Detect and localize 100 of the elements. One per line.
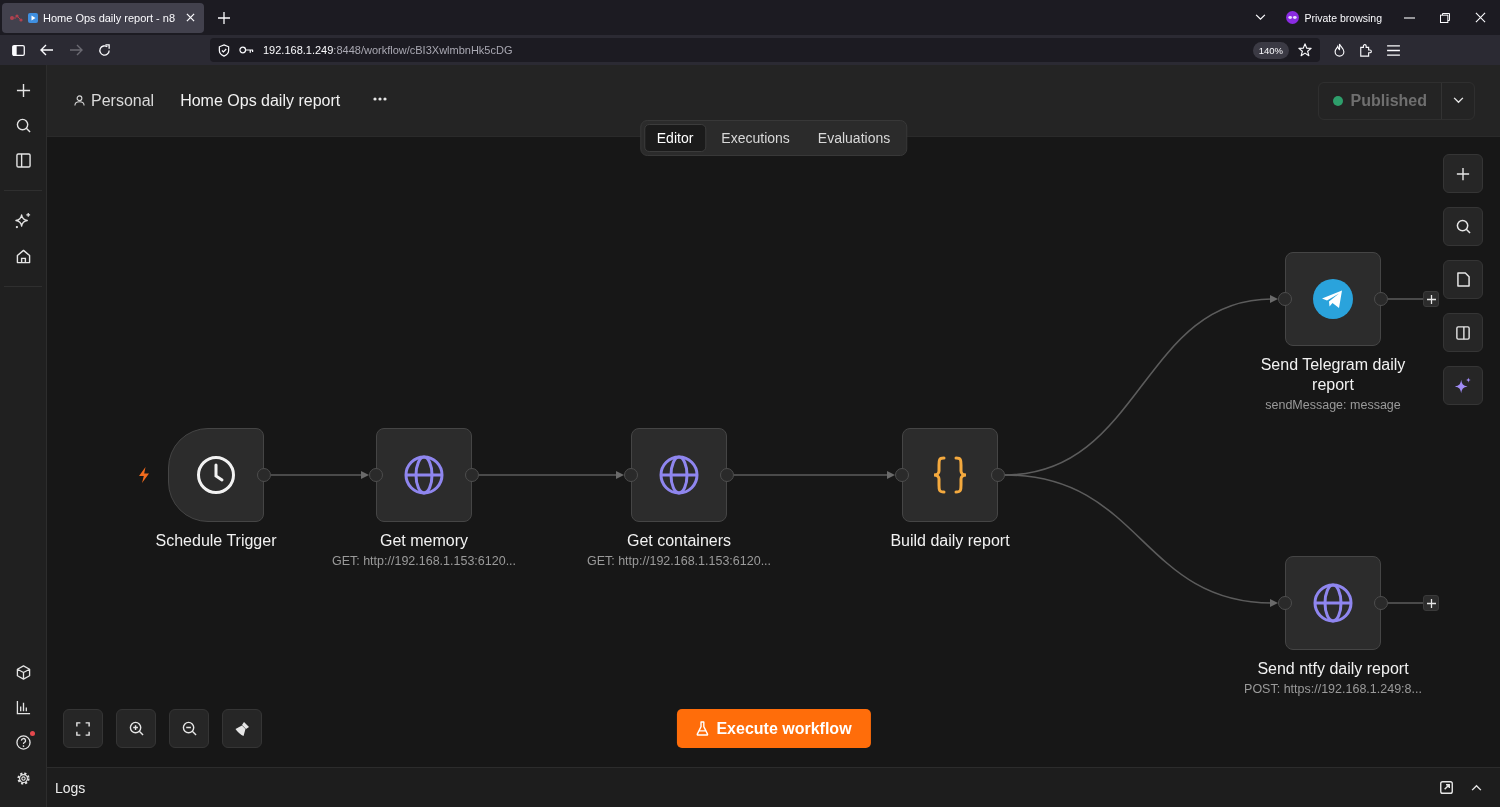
node-card[interactable] [168,428,264,522]
star-icon[interactable] [1298,43,1312,57]
connection-arrow[interactable] [270,471,369,479]
node-title: Build daily report [890,531,1010,551]
node-card[interactable] [902,428,998,522]
play-icon [28,12,38,23]
flask-icon [695,721,709,736]
close-icon[interactable] [1475,12,1486,23]
clock-icon [196,455,236,495]
connection-line [1387,298,1424,300]
connection-line [1387,602,1424,604]
output-handle[interactable] [991,468,1005,482]
plus-icon [1456,166,1470,181]
node-title: Send Telegram daily report [1259,355,1407,395]
input-handle[interactable] [895,468,909,482]
output-handle[interactable] [257,468,271,482]
plus-icon [1426,294,1436,304]
restore-icon[interactable] [1440,12,1450,23]
browser-tab[interactable]: Home Ops daily report - n8 [2,2,205,33]
panel-toggle-button[interactable] [1443,313,1483,352]
settings-icon[interactable] [15,771,31,786]
zoom-out-icon [181,721,197,736]
globe-icon [659,455,699,495]
shield-icon[interactable] [218,43,230,57]
flame-icon[interactable] [1334,43,1345,57]
fit-view-button[interactable] [63,709,103,748]
search-icon[interactable] [15,118,31,133]
node-card[interactable] [1285,556,1381,650]
sparkle-icon[interactable] [14,212,32,229]
panel-icon[interactable] [15,153,31,168]
node-subtitle: GET: http://192.168.1.153:6120... [586,554,772,568]
connection-arrow[interactable] [478,471,624,479]
node-subtitle: GET: http://192.168.1.153:6120... [331,554,517,568]
output-handle[interactable] [465,468,479,482]
bar-chart-icon[interactable] [15,700,31,715]
input-handle[interactable] [369,468,383,482]
expand-icon [76,721,90,736]
node-title: Send ntfy daily report [1257,659,1409,679]
globe-icon [1313,583,1353,623]
node-card[interactable] [1285,252,1381,346]
chevron-down-icon[interactable] [1255,14,1267,21]
plus-icon [1426,598,1436,608]
tidy-up-button[interactable] [222,709,262,748]
key-icon[interactable] [239,46,254,54]
help-icon[interactable] [15,735,31,750]
minimize-icon[interactable] [1404,16,1415,19]
plus-icon[interactable] [15,83,31,98]
popout-icon[interactable] [1440,781,1453,794]
workflow-name[interactable]: Home Ops daily report [180,91,341,110]
add-button[interactable] [1443,154,1483,193]
person-icon [74,95,85,106]
chevron-up-icon[interactable] [1471,784,1482,791]
puzzle-icon[interactable] [1359,43,1373,57]
node-card[interactable] [631,428,727,522]
zoom-level-button[interactable]: 140% [1252,41,1289,59]
output-handle[interactable] [720,468,734,482]
search-button[interactable] [1443,207,1483,246]
close-icon[interactable] [186,13,196,22]
address-field[interactable]: 192.168.1.249:8448/workflow/cBI3XwlmbnHk5cDG 140% [210,38,1320,62]
home-icon[interactable] [15,249,31,264]
sidebar-icon[interactable] [12,44,25,56]
caret-icon [1452,97,1464,104]
add-node-button[interactable] [1423,595,1439,611]
add-node-button[interactable] [1423,291,1439,307]
node-title: Schedule Trigger [155,531,277,551]
menu-icon[interactable] [1387,44,1400,56]
node-subtitle: POST: https://192.168.1.249:8... [1244,682,1422,696]
output-handle[interactable] [1374,292,1388,306]
node-card[interactable] [376,428,472,522]
input-handle[interactable] [1278,596,1292,610]
private-mask-icon [1286,11,1300,24]
broom-icon [234,720,250,737]
cube-icon[interactable] [15,665,31,680]
zoom-in-button[interactable] [116,709,156,748]
view-tab[interactable]: Evaluations [804,124,904,152]
paper-plane-icon [1313,279,1353,319]
sticky-note-button[interactable] [1443,260,1483,299]
output-handle[interactable] [1374,596,1388,610]
ai-assistant-button[interactable] [1443,366,1483,405]
note-icon [1456,272,1470,287]
lightning-icon [138,467,150,483]
globe-icon [404,455,444,495]
input-handle[interactable] [1278,292,1292,306]
zoom-in-icon [128,721,144,736]
private-browsing-label: Private browsing [1304,11,1382,24]
logs-title[interactable]: Logs [55,779,86,796]
more-icon[interactable] [373,96,388,101]
node-title: Get containers [626,531,732,551]
zoom-out-button[interactable] [169,709,209,748]
view-tab[interactable]: Executions [708,124,803,152]
sparkle-icon [1454,376,1472,395]
view-tab[interactable]: Editor [643,124,707,152]
new-tab-icon[interactable] [218,11,231,24]
input-handle[interactable] [624,468,638,482]
search-icon [1455,219,1471,234]
panel-icon [1456,325,1470,340]
url-text: 192.168.1.249:8448/workflow/cBI3XwlmbnHk5cDG [263,44,513,56]
back-icon[interactable] [40,44,54,56]
reload-icon[interactable] [98,43,111,57]
project-link[interactable]: Personal [91,91,155,110]
